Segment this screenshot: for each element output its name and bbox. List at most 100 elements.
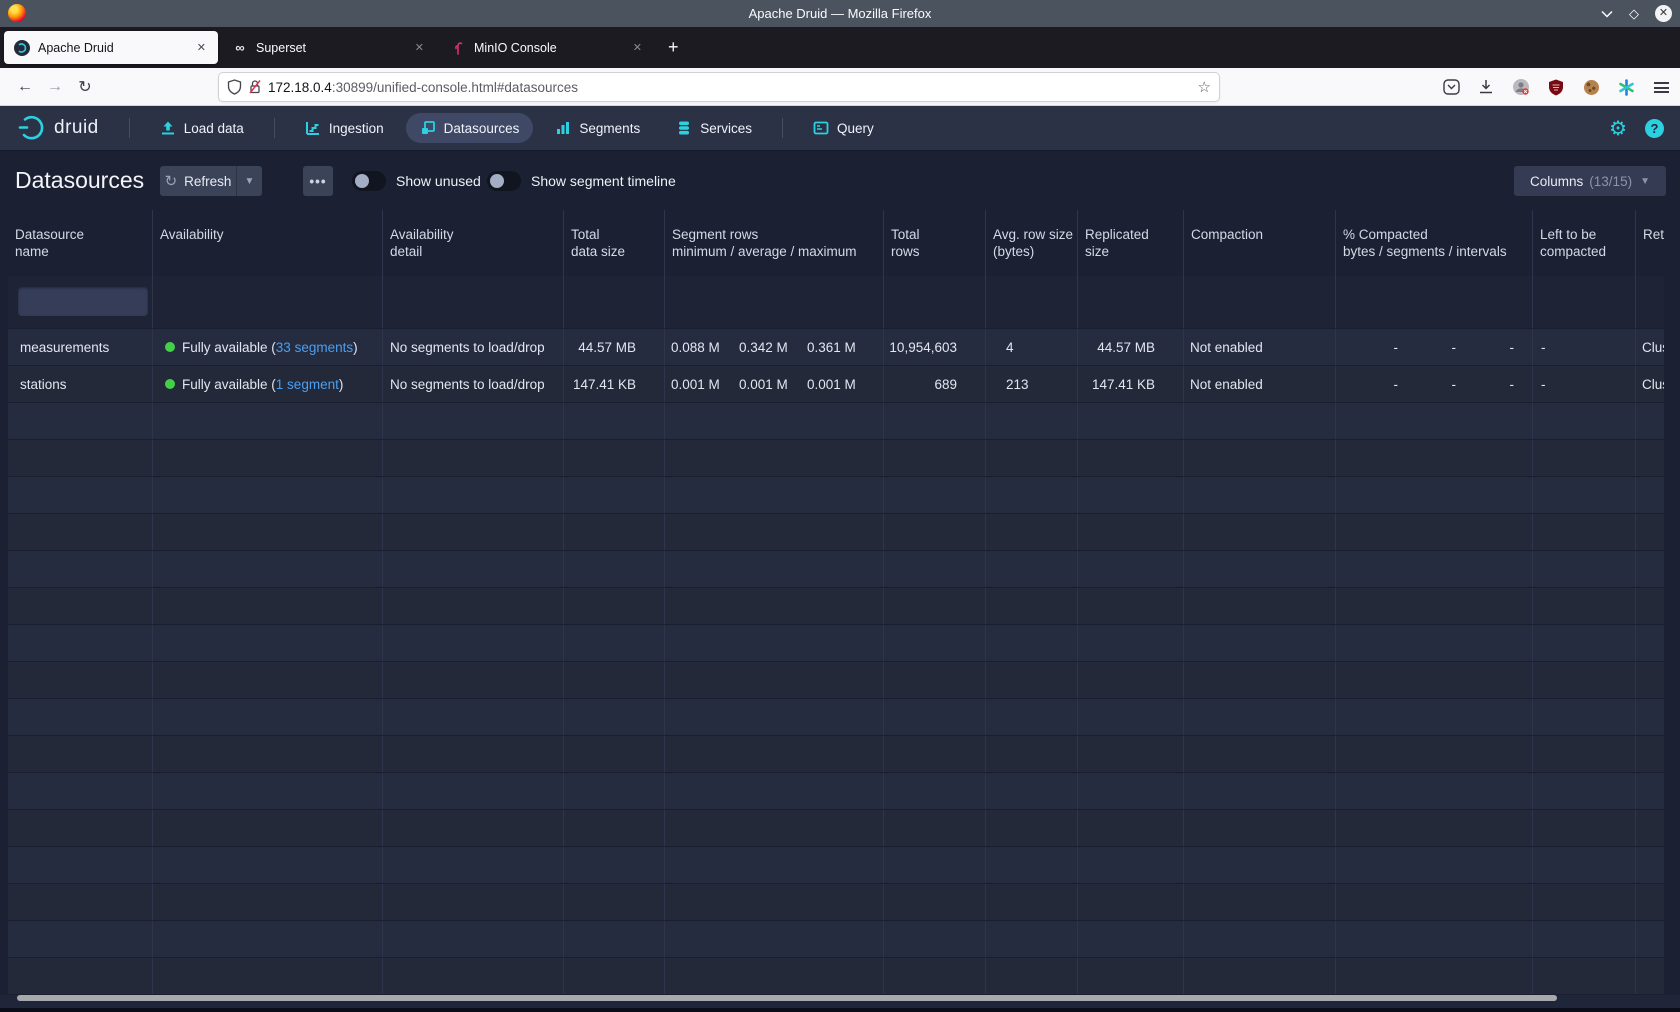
empty-cell	[1336, 588, 1533, 624]
empty-cell	[564, 699, 665, 735]
empty-cell	[665, 662, 884, 698]
datasource-name-cell[interactable]: measurements	[8, 329, 153, 365]
segments-link[interactable]: 33 segments	[276, 340, 353, 355]
cookie-extension-icon[interactable]	[1582, 78, 1600, 96]
column-header-replicated-size[interactable]: Replicatedsize	[1078, 210, 1184, 276]
empty-cell	[383, 477, 564, 513]
divider	[782, 118, 783, 138]
empty-cell	[1078, 551, 1184, 587]
segments-link[interactable]: 1 segment	[276, 377, 339, 392]
table-row-measurements[interactable]: measurements Fully available (33 segment…	[8, 329, 1664, 366]
close-icon[interactable]: ✕	[1655, 5, 1672, 22]
left-to-be-compacted-cell: -	[1533, 366, 1636, 402]
empty-cell	[1636, 588, 1664, 624]
empty-cell	[8, 773, 153, 809]
tab-close-icon[interactable]: ✕	[411, 39, 428, 56]
column-header-segment-rows[interactable]: Segment rowsminimum / average / maximum	[665, 210, 884, 276]
druid-logo[interactable]: druid	[0, 113, 117, 143]
help-icon[interactable]: ?	[1645, 119, 1664, 138]
empty-cell	[884, 440, 986, 476]
empty-cell	[1636, 440, 1664, 476]
retention-cell[interactable]: Clus	[1636, 366, 1664, 402]
nav-item-query[interactable]: Query	[799, 113, 888, 143]
empty-cell	[1336, 514, 1533, 550]
tab-close-icon[interactable]: ✕	[629, 39, 646, 56]
column-header-availability-detail[interactable]: Availabilitydetail	[383, 210, 564, 276]
forward-button[interactable]: →	[40, 78, 70, 96]
empty-cell	[564, 551, 665, 587]
back-button[interactable]: ←	[10, 78, 40, 96]
refresh-dropdown-button[interactable]: ▼	[236, 166, 262, 196]
show-segment-timeline-toggle[interactable]	[487, 171, 521, 191]
column-header-total-data-size[interactable]: Totaldata size	[564, 210, 665, 276]
url-bar[interactable]: 172.18.0.4:30899/unified-console.html#da…	[218, 72, 1220, 102]
columns-button[interactable]: Columns (13/15) ▼	[1514, 166, 1666, 196]
more-actions-button[interactable]: •••	[303, 166, 333, 196]
table-row-stations[interactable]: stations Fully available (1 segment) No …	[8, 366, 1664, 403]
column-header-compaction[interactable]: Compaction	[1184, 210, 1336, 276]
minimize-icon[interactable]	[1601, 10, 1613, 18]
empty-cell	[1184, 736, 1336, 772]
empty-cell	[1184, 810, 1336, 846]
url-text: 172.18.0.4:30899/unified-console.html#da…	[268, 80, 578, 95]
show-unused-toggle[interactable]	[352, 171, 386, 191]
compaction-cell[interactable]: Not enabled	[1184, 329, 1336, 365]
empty-cell	[383, 440, 564, 476]
tab-superset[interactable]: ∞ Superset ✕	[222, 31, 436, 64]
reload-button[interactable]: ↻	[70, 77, 100, 96]
divider	[129, 118, 130, 138]
datasource-name-cell[interactable]: stations	[8, 366, 153, 402]
column-header-availability[interactable]: Availability	[153, 210, 383, 276]
empty-cell	[1184, 958, 1336, 994]
column-header-avg-row-size[interactable]: Avg. row size(bytes)	[986, 210, 1078, 276]
tab-close-icon[interactable]: ✕	[193, 39, 210, 56]
downloads-icon[interactable]	[1477, 78, 1495, 96]
empty-cell	[986, 884, 1078, 920]
nav-item-segments[interactable]: Segments	[541, 113, 654, 143]
empty-cell	[1078, 403, 1184, 439]
empty-cell	[1336, 551, 1533, 587]
empty-table-row	[8, 477, 1664, 514]
menu-icon[interactable]	[1652, 78, 1670, 96]
datasource-name-filter-input[interactable]	[18, 287, 148, 316]
compaction-cell[interactable]: Not enabled	[1184, 366, 1336, 402]
empty-table-row	[8, 625, 1664, 662]
nav-item-datasources[interactable]: Datasources	[406, 113, 534, 143]
nav-item-services[interactable]: Services	[662, 113, 766, 143]
maximize-icon[interactable]: ◇	[1629, 6, 1639, 22]
empty-table-row	[8, 884, 1664, 921]
spark-extension-icon[interactable]	[1617, 78, 1635, 96]
tab-minio-console[interactable]: MinIO Console ✕	[440, 31, 654, 64]
new-tab-button[interactable]: +	[658, 37, 689, 58]
pct-compacted-cell: ---	[1336, 366, 1533, 402]
empty-cell	[8, 810, 153, 846]
column-header-retention[interactable]: Rete	[1636, 210, 1664, 276]
page-title: Datasources	[15, 167, 144, 194]
column-header-pct-compacted[interactable]: % Compactedbytes / segments / intervals	[1336, 210, 1533, 276]
refresh-button[interactable]: ↻ Refresh	[160, 166, 236, 196]
bookmark-star-icon[interactable]: ☆	[1198, 78, 1211, 96]
empty-cell	[8, 514, 153, 550]
retention-cell[interactable]: Clus	[1636, 329, 1664, 365]
empty-cell	[665, 884, 884, 920]
empty-cell	[1533, 810, 1636, 846]
settings-gear-icon[interactable]: ⚙	[1609, 116, 1627, 140]
empty-cell	[1078, 440, 1184, 476]
shield-icon[interactable]	[227, 79, 242, 95]
column-header-left-to-be-compacted[interactable]: Left to becompacted	[1533, 210, 1636, 276]
empty-cell	[884, 958, 986, 994]
account-extension-icon[interactable]	[1512, 78, 1530, 96]
horizontal-scrollbar-thumb[interactable]	[17, 995, 1557, 1001]
column-header-datasource-name[interactable]: Datasourcename	[8, 210, 153, 276]
empty-table-row	[8, 514, 1664, 551]
insecure-lock-icon[interactable]	[248, 79, 262, 95]
tab-apache-druid[interactable]: Apache Druid ✕	[4, 31, 218, 64]
ublock-icon[interactable]	[1547, 78, 1565, 96]
empty-cell	[1184, 514, 1336, 550]
nav-item-ingestion[interactable]: Ingestion	[291, 113, 398, 143]
empty-cell	[1533, 921, 1636, 957]
empty-cell	[1336, 810, 1533, 846]
nav-item-load-data[interactable]: Load data	[146, 113, 258, 143]
pocket-icon[interactable]	[1442, 78, 1460, 96]
column-header-total-rows[interactable]: Totalrows	[884, 210, 986, 276]
